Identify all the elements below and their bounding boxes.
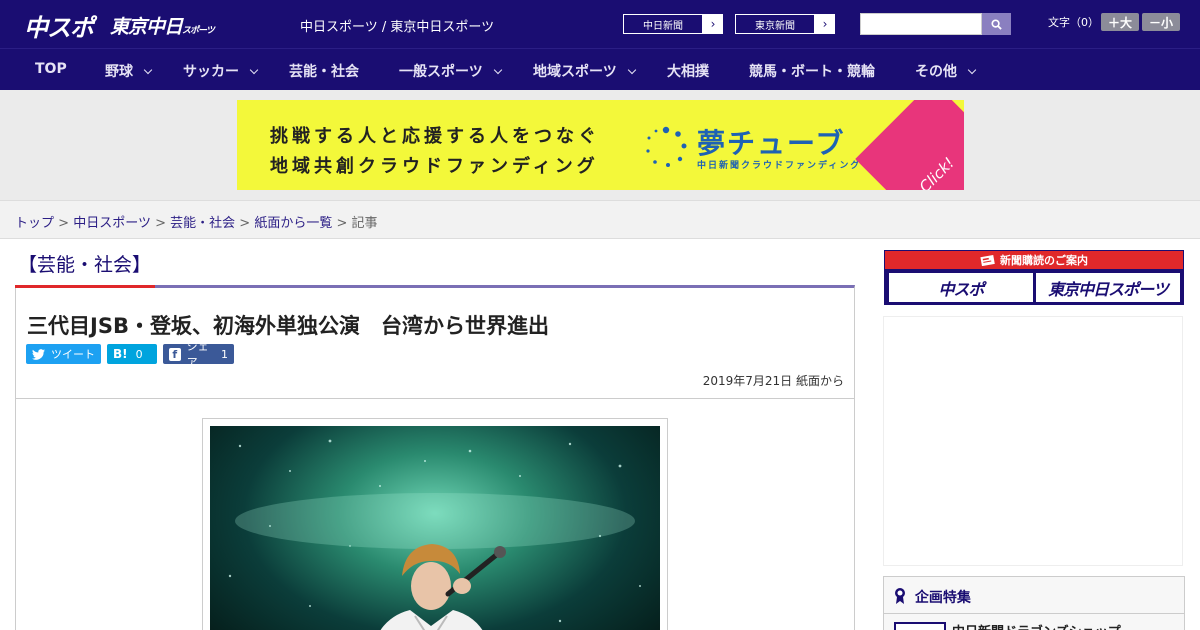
chuspo-logo[interactable]: 中スポ xyxy=(24,8,94,43)
nav-item-general-sports[interactable]: 一般スポーツ xyxy=(399,61,502,81)
hatena-icon: B! xyxy=(113,347,128,361)
chevron-right-icon: › xyxy=(710,17,716,31)
breadcrumb-separator: > xyxy=(336,216,348,231)
search-icon xyxy=(991,18,1002,30)
tokyo-shimbun-label: 東京新聞 xyxy=(735,14,815,34)
nav-item-soccer[interactable]: サッカー xyxy=(183,61,259,81)
nav-item-label: 芸能・社会 xyxy=(289,64,359,80)
search-input[interactable] xyxy=(860,13,982,35)
subscription-header: 新聞購読のご案内 xyxy=(885,251,1183,269)
nav-item-label: 競馬・ボート・競輪 xyxy=(749,64,875,80)
chevron-right-icon: › xyxy=(822,17,828,31)
nav-item-label: 野球 xyxy=(105,64,133,80)
facebook-label: シェア xyxy=(186,340,209,369)
tokyo-shimbun-link[interactable]: 東京新聞 › xyxy=(734,13,836,35)
breadcrumb-trail: トップ > 中日スポーツ > 芸能・社会 > 紙面から一覧 > 記事 xyxy=(15,212,378,231)
facebook-share-button[interactable]: f シェア 1 xyxy=(163,340,234,369)
breadcrumb-chuspo[interactable]: 中日スポーツ xyxy=(73,216,151,231)
concert-photo-illustration xyxy=(228,439,641,630)
breadcrumb-top[interactable]: トップ xyxy=(15,216,54,231)
subscribe-chuspo-button[interactable]: 中スポ xyxy=(889,273,1033,302)
breadcrumb-current: 記事 xyxy=(351,216,378,231)
article-meta: 2019年7月21日 紙面から xyxy=(703,372,844,389)
sidebar-ad-slot xyxy=(883,316,1183,566)
facebook-count: 1 xyxy=(221,347,228,361)
feature-box: 企画特集 中日新聞ドラゴンズショップ xyxy=(883,576,1185,630)
nav-item-sumo[interactable]: 大相撲 xyxy=(667,61,709,81)
chunichi-shimbun-link[interactable]: 中日新聞 › xyxy=(622,13,724,35)
nav-item-other[interactable]: その他 xyxy=(915,61,977,81)
crowdfunding-banner[interactable]: 挑戦する人と応援する人をつなぐ 地域共創クラウドファンディング 夢チューブ 中日… xyxy=(237,100,964,190)
nav-item-local-sports[interactable]: 地域スポーツ xyxy=(533,61,636,81)
tweet-label: ツイート xyxy=(51,348,95,361)
nav-item-label: サッカー xyxy=(183,64,239,80)
font-decrease-button[interactable]: －小 xyxy=(1142,13,1180,31)
chunichi-shimbun-label: 中日新聞 xyxy=(623,14,703,34)
tokyo-chunichi-logo-text: 東京中日 xyxy=(110,16,183,38)
subscription-box: 新聞購読のご案内 中スポ 東京中日スポーツ xyxy=(884,250,1184,305)
divider xyxy=(16,398,854,399)
nav-item-label: 地域スポーツ xyxy=(533,64,617,80)
breadcrumb-paper-list[interactable]: 紙面から一覧 xyxy=(254,216,332,231)
facebook-icon: f xyxy=(169,347,181,361)
banner-brand-sub: 中日新聞クラウドファンディング xyxy=(697,161,862,171)
nav-item-racing[interactable]: 競馬・ボート・競輪 xyxy=(749,61,875,81)
hatena-bookmark-button[interactable]: B! 0 xyxy=(107,344,157,364)
site-names: 中日スポーツ / 東京中日スポーツ xyxy=(300,20,495,35)
breadcrumb-separator: > xyxy=(155,216,166,231)
divider xyxy=(884,613,1184,614)
medal-icon xyxy=(895,588,905,604)
feature-thumbnail[interactable] xyxy=(894,622,946,630)
breadcrumb-separator: > xyxy=(239,216,251,231)
top-header: 中スポ 東京中日スポーツ 中日スポーツ / 東京中日スポーツ 中日新聞 › 東京… xyxy=(0,0,1200,48)
article-date: 2019年7月21日 xyxy=(702,374,793,388)
nav-item-top[interactable]: TOP xyxy=(35,61,67,77)
feature-item-dragons-shop[interactable]: 中日新聞ドラゴンズショップ xyxy=(952,621,1121,630)
article-photo-frame xyxy=(202,418,668,630)
breadcrumb-entertainment[interactable]: 芸能・社会 xyxy=(170,216,235,231)
font-increase-button[interactable]: ＋大 xyxy=(1101,13,1139,31)
feature-header: 企画特集 xyxy=(894,587,971,607)
nav-item-label: TOP xyxy=(35,61,67,77)
tweet-button[interactable]: ツイート xyxy=(26,344,101,364)
chevron-down-icon xyxy=(249,65,259,75)
nav-item-label: その他 xyxy=(915,64,957,80)
chevron-down-icon xyxy=(627,65,636,75)
banner-brand: 夢チューブ xyxy=(697,127,846,160)
article-source: 紙面から xyxy=(795,374,844,388)
article-title: 三代目JSB・登坂、初海外単独公演 台湾から世界進出 xyxy=(27,314,549,338)
font-size-label: 文字（0） xyxy=(1048,16,1099,29)
feature-title: 企画特集 xyxy=(914,590,971,606)
main-nav: TOP 野球 サッカー 芸能・社会 一般スポーツ 地域スポーツ 大相撲 競馬・ボ… xyxy=(0,48,1200,90)
subscribe-tokyo-chunichi-button[interactable]: 東京中日スポーツ xyxy=(1036,273,1180,302)
article-photo[interactable] xyxy=(210,426,660,630)
banner-area: 挑戦する人と応援する人をつなぐ 地域共創クラウドファンディング 夢チューブ 中日… xyxy=(0,90,1200,200)
chevron-down-icon xyxy=(967,65,977,75)
nav-item-entertainment[interactable]: 芸能・社会 xyxy=(289,61,359,81)
article: 三代目JSB・登坂、初海外単独公演 台湾から世界進出 ツイート B! 0 f シ… xyxy=(15,285,855,630)
tokyo-chunichi-logo[interactable]: 東京中日スポーツ xyxy=(110,12,215,39)
hatena-count: 0 xyxy=(135,347,143,361)
category-accent-bar xyxy=(15,285,155,288)
newspaper-icon xyxy=(980,255,995,266)
dots-circle-icon xyxy=(646,126,687,167)
chevron-down-icon xyxy=(143,65,153,75)
chevron-down-icon xyxy=(493,65,502,75)
nav-item-label: 大相撲 xyxy=(667,64,709,80)
nav-item-label: 一般スポーツ xyxy=(399,64,483,80)
breadcrumb-separator: > xyxy=(58,216,70,231)
article-category: 【芸能・社会】 xyxy=(18,254,152,276)
nav-item-baseball[interactable]: 野球 xyxy=(105,61,153,81)
twitter-bird-icon xyxy=(32,348,45,360)
banner-line-1: 挑戦する人と応援する人をつなぐ xyxy=(270,126,600,147)
subscription-title: 新聞購読のご案内 xyxy=(1000,254,1088,267)
tokyo-chunichi-logo-sub: スポーツ xyxy=(182,26,215,36)
banner-line-2: 地域共創クラウドファンディング xyxy=(270,156,599,177)
breadcrumb: トップ > 中日スポーツ > 芸能・社会 > 紙面から一覧 > 記事 xyxy=(0,200,1200,239)
search-button[interactable] xyxy=(982,13,1011,35)
